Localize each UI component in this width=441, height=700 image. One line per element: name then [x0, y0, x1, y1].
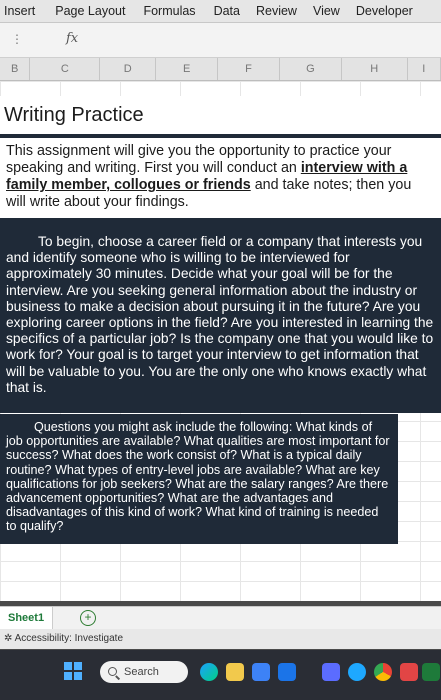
- app-icon-2[interactable]: [278, 663, 296, 681]
- ribbon-tabs: Insert Page Layout Formulas Data Review …: [0, 0, 441, 23]
- sheet-tab-sheet1[interactable]: Sheet1: [0, 607, 54, 629]
- column-header-e[interactable]: E: [156, 58, 219, 80]
- fx-icon[interactable]: fx: [66, 31, 78, 46]
- widgets-icon[interactable]: [200, 663, 218, 681]
- tab-formulas[interactable]: Formulas: [143, 4, 195, 18]
- column-header-h[interactable]: H: [342, 58, 408, 80]
- windows-start-icon[interactable]: [64, 662, 82, 680]
- column-header-d[interactable]: D: [100, 58, 157, 80]
- chrome-icon[interactable]: [374, 663, 392, 681]
- formula-bar[interactable]: ⋮ fx: [0, 23, 441, 58]
- name-box-dots-icon[interactable]: ⋮: [11, 32, 23, 46]
- search-label: Search: [124, 666, 159, 678]
- column-header-c[interactable]: C: [30, 58, 101, 80]
- search-icon: [108, 667, 117, 676]
- career-paragraph: To begin, choose a career field or a com…: [6, 234, 434, 395]
- taskbar: Search: [0, 650, 441, 700]
- tab-review[interactable]: Review: [256, 4, 297, 18]
- app-icon-1[interactable]: [252, 663, 270, 681]
- taskbar-search[interactable]: Search: [100, 661, 188, 683]
- app-icon-4[interactable]: [348, 663, 366, 681]
- excel-icon[interactable]: [422, 663, 440, 681]
- add-sheet-icon[interactable]: +: [80, 610, 96, 626]
- accessibility-icon: ✲: [4, 633, 13, 644]
- column-header-g[interactable]: G: [280, 58, 342, 80]
- sheet-tab-bar: Sheet1 +: [0, 606, 441, 629]
- column-header-i[interactable]: I: [408, 58, 441, 80]
- file-explorer-icon[interactable]: [226, 663, 244, 681]
- column-header-f[interactable]: F: [218, 58, 280, 80]
- app-icon-5[interactable]: [400, 663, 418, 681]
- tab-view[interactable]: View: [313, 4, 340, 18]
- accessibility-status[interactable]: Accessibility: Investigate: [15, 633, 123, 644]
- questions-paragraph: Questions you might ask include the foll…: [0, 414, 398, 544]
- app-icon-3[interactable]: [322, 663, 340, 681]
- intro-paragraph: This assignment will give you the opport…: [0, 138, 441, 218]
- doc-title: Writing Practice: [0, 96, 441, 134]
- status-bar: ✲ Accessibility: Investigate: [0, 629, 441, 649]
- writing-practice-block: Writing Practice This assignment will gi…: [0, 96, 441, 413]
- column-headers: B C D E F G H I: [0, 58, 441, 81]
- tab-data[interactable]: Data: [214, 4, 240, 18]
- column-header-b[interactable]: B: [0, 58, 31, 80]
- tab-insert[interactable]: Insert: [4, 4, 35, 18]
- tab-page-layout[interactable]: Page Layout: [55, 4, 125, 18]
- tab-developer[interactable]: Developer: [356, 4, 413, 18]
